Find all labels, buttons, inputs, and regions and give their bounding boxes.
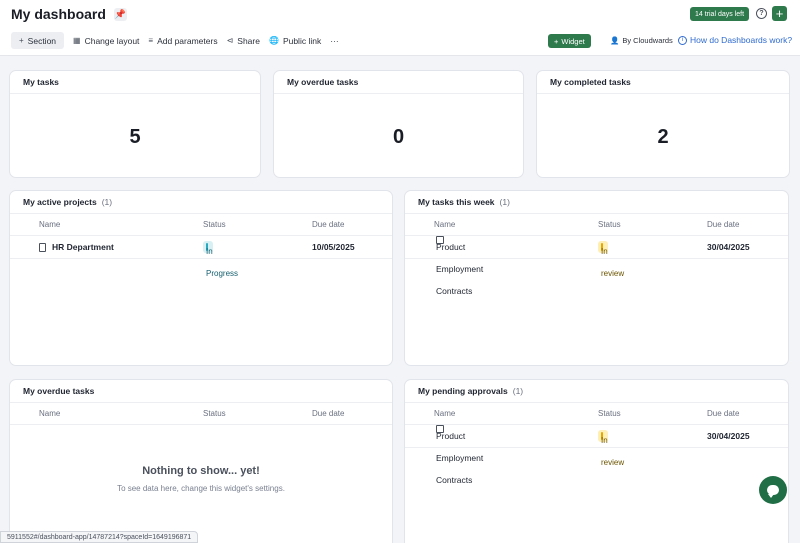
change-layout-label: Change layout (84, 35, 140, 46)
sliders-icon: ≡ (148, 36, 154, 45)
widget-title: My active projects (23, 197, 97, 207)
project-icon (39, 242, 46, 252)
pin-icon[interactable]: 📌 (113, 7, 127, 21)
stat-value: 5 (129, 126, 141, 148)
column-status[interactable]: Status (203, 214, 226, 236)
plus-icon: + (19, 36, 24, 45)
user-icon: 👤 (610, 36, 620, 45)
column-due-date[interactable]: Due date (312, 214, 344, 236)
table-row[interactable]: HR Department In Progress 10/05/2025 (10, 236, 392, 278)
more-menu-button[interactable]: ··· (330, 36, 339, 46)
widget-header: My pending approvals (1) (405, 380, 788, 403)
widget-header: My active projects (1) (10, 191, 392, 214)
info-icon: i (678, 35, 687, 45)
status-url: 5911552#/dashboard-app/14787214?spaceId=… (0, 531, 199, 543)
column-due-date[interactable]: Due date (312, 403, 344, 425)
row-name: Product Employment Contracts (436, 431, 484, 485)
empty-state-message: To see data here, change this widget's s… (117, 484, 285, 493)
trial-badge[interactable]: 14 trial days left (690, 7, 750, 21)
owner-info[interactable]: 👤 By Cloudwards (610, 36, 673, 45)
more-icon: ··· (330, 35, 339, 46)
add-section-button[interactable]: + Section (11, 32, 65, 49)
row-name-cell[interactable]: Product Employment Contracts (436, 425, 483, 485)
table-row[interactable]: Product Employment Contracts In review 3… (405, 425, 788, 485)
table-header: Name Status Due date (405, 214, 788, 236)
overdue-tasks-widget: My overdue tasks Name Status Due date No… (9, 379, 393, 543)
row-name: Product Employment Contracts (436, 242, 484, 296)
page-title[interactable]: My dashboard (11, 6, 106, 22)
widget-label: Widget (561, 36, 585, 46)
column-due-date[interactable]: Due date (707, 214, 739, 236)
widget-title: My pending approvals (418, 386, 508, 396)
layout-icon: ▦ (73, 36, 81, 45)
column-status[interactable]: Status (598, 214, 621, 236)
row-name: HR Department (52, 242, 114, 252)
public-link-label: Public link (282, 35, 322, 46)
add-parameters-button[interactable]: ≡ Add parameters (148, 36, 217, 46)
row-due-date: 10/05/2025 (312, 242, 355, 252)
chat-launcher-button[interactable] (759, 476, 787, 504)
widget-title: My tasks this week (418, 197, 495, 207)
widget-title: My completed tasks (537, 71, 789, 94)
my-completed-tasks-widget: My completed tasks 2 (536, 70, 790, 178)
column-name[interactable]: Name (434, 403, 455, 425)
column-name[interactable]: Name (39, 214, 60, 236)
row-name-cell[interactable]: HR Department (39, 236, 114, 258)
share-icon: ⊲ (226, 36, 234, 45)
status-label: In review (601, 436, 625, 467)
stat-value: 0 (392, 126, 405, 148)
title-row: My dashboard 📌 (11, 6, 127, 22)
widget-title: My tasks (10, 71, 260, 94)
table-header: Name Status Due date (405, 403, 788, 425)
how-label: How do Dashboards work? (690, 35, 793, 45)
active-projects-widget: My active projects (1) Name Status Due d… (9, 190, 393, 366)
column-name[interactable]: Name (434, 214, 455, 236)
widget-count: (1) (499, 197, 510, 207)
widget-title: My overdue tasks (274, 71, 523, 94)
row-due-date: 30/04/2025 (707, 431, 750, 441)
column-status[interactable]: Status (203, 403, 226, 425)
row-due-date: 30/04/2025 (707, 242, 750, 252)
widget-title: My overdue tasks (10, 380, 392, 403)
add-parameters-label: Add parameters (157, 35, 218, 46)
status-label: In Progress (206, 247, 239, 278)
add-widget-button[interactable]: + Widget (548, 34, 591, 48)
status-badge: In review (598, 430, 624, 467)
top-bar: My dashboard 📌 14 trial days left ? + + … (0, 0, 800, 56)
tasks-this-week-widget: My tasks this week (1) Name Status Due d… (404, 190, 789, 366)
my-overdue-tasks-count-widget: My overdue tasks 0 (273, 70, 524, 178)
share-label: Share (237, 35, 260, 46)
plus-icon: + (554, 36, 559, 46)
column-due-date[interactable]: Due date (707, 403, 739, 425)
table-header: Name Status Due date (10, 214, 392, 236)
status-label: In review (601, 247, 625, 278)
row-name-cell[interactable]: Product Employment Contracts (436, 236, 483, 296)
empty-state-title: Nothing to show... yet! (142, 465, 260, 477)
change-layout-button[interactable]: ▦ Change layout (73, 36, 139, 46)
column-name[interactable]: Name (39, 403, 60, 425)
share-button[interactable]: ⊲ Share (227, 36, 260, 46)
pending-approvals-widget: My pending approvals (1) Name Status Due… (404, 379, 789, 543)
table-row[interactable]: Product Employment Contracts In review 3… (405, 236, 788, 296)
owner-label: By Cloudwards (622, 36, 673, 45)
status-badge: In Progress (203, 241, 238, 278)
globe-icon: 🌐 (268, 36, 279, 45)
add-button[interactable]: + (772, 6, 787, 21)
stat-value: 2 (657, 126, 669, 148)
public-link-button[interactable]: 🌐 Public link (269, 36, 321, 46)
toolbar: + Section ▦ Change layout ≡ Add paramete… (11, 32, 339, 49)
section-label: Section (27, 35, 57, 46)
how-dashboards-link[interactable]: i How do Dashboards work? (678, 35, 792, 45)
help-icon[interactable]: ? (756, 8, 767, 19)
status-badge: In review (598, 241, 624, 278)
widget-count: (1) (512, 386, 524, 396)
table-header: Name Status Due date (10, 403, 392, 425)
widget-count: (1) (101, 197, 113, 207)
column-status[interactable]: Status (598, 403, 621, 425)
my-tasks-widget: My tasks 5 (9, 70, 261, 178)
widget-header: My tasks this week (1) (405, 191, 788, 214)
chat-bubble-icon (767, 485, 779, 498)
